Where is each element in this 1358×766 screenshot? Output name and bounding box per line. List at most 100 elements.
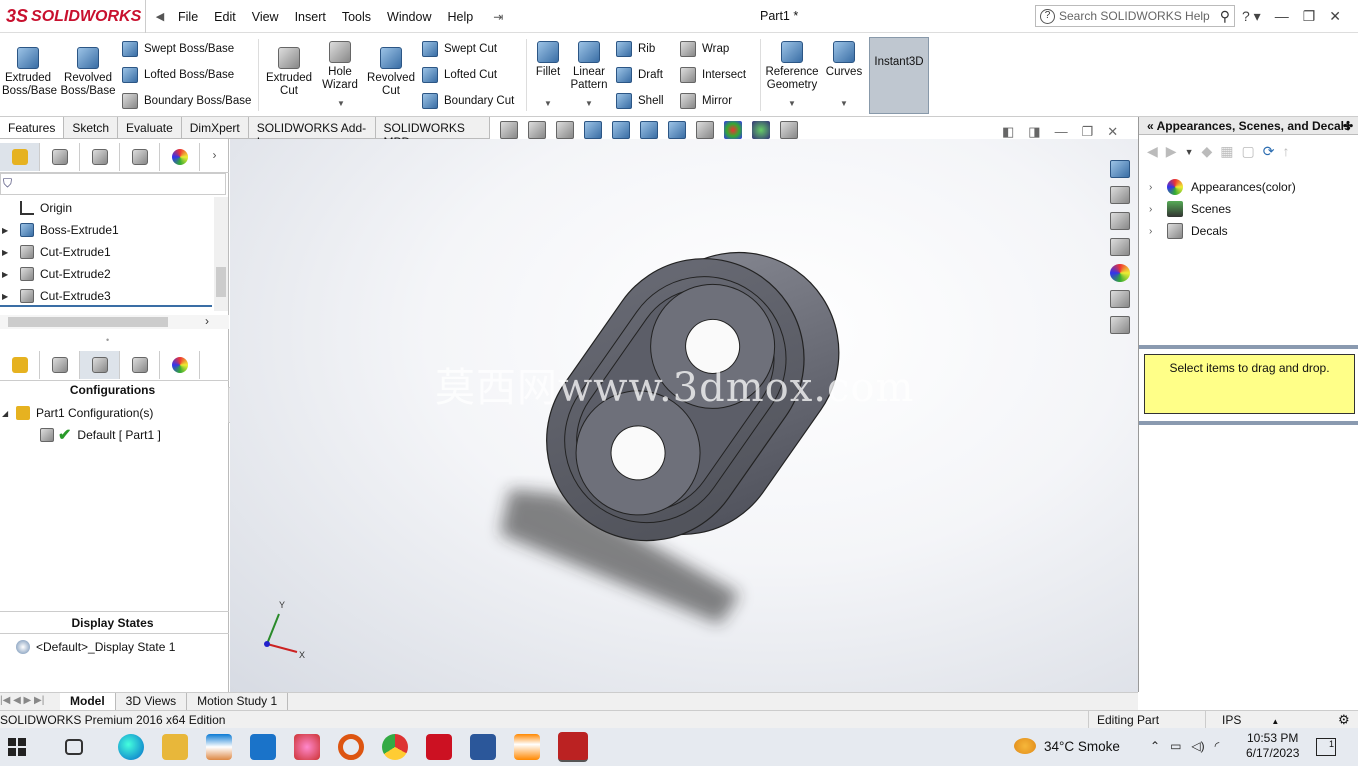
lofted-boss-button[interactable]: Lofted Boss/Base	[122, 67, 234, 83]
previous-view-icon[interactable]	[556, 121, 574, 139]
scroll-thumb[interactable]	[8, 317, 168, 327]
wrap-button[interactable]: Wrap	[680, 41, 729, 57]
design-library-icon[interactable]	[1110, 186, 1130, 204]
up-icon[interactable]: ↑	[1282, 143, 1289, 160]
microsoft-store-icon[interactable]	[206, 734, 232, 760]
pin-menu-icon[interactable]: ⇥	[493, 10, 503, 24]
shell-button[interactable]: Shell	[616, 93, 664, 109]
units-dropdown-icon[interactable]: ▲	[1271, 717, 1279, 726]
viewport-nav-left-icon[interactable]: ◧	[1002, 124, 1014, 140]
scroll-right-icon[interactable]: ›	[205, 314, 209, 328]
linear-pattern-button[interactable]: Linear Pattern	[568, 41, 610, 92]
folder-icon[interactable]: ▢	[1242, 143, 1255, 160]
collapse-chevron-icon[interactable]: «	[1147, 119, 1154, 133]
tree-item-cut-extrude1[interactable]: ▶ Cut-Extrude1	[0, 241, 111, 263]
draft-button[interactable]: Draft	[616, 67, 663, 83]
property-manager-tab[interactable]	[40, 143, 80, 171]
vlc-icon[interactable]	[514, 734, 540, 760]
help-dropdown-icon[interactable]: ? ▾	[1242, 8, 1261, 25]
tree-vertical-scrollbar[interactable]	[214, 197, 228, 311]
fillet-dropdown-icon[interactable]: ▼	[544, 99, 552, 108]
expand-arrow-icon[interactable]: ▶	[2, 226, 8, 235]
forum-icon[interactable]	[1110, 316, 1130, 334]
tree-item-boss-extrude1[interactable]: ▶ Boss-Extrude1	[0, 219, 119, 241]
appearances-folder[interactable]: › Appearances(color)	[1139, 176, 1296, 198]
expand-arrow-icon[interactable]: ›	[1149, 204, 1163, 215]
edge-browser-icon[interactable]	[118, 734, 144, 760]
expand-arrow-icon[interactable]: ›	[1149, 182, 1163, 193]
opera-browser-icon[interactable]	[338, 734, 364, 760]
search-icon[interactable]: ⚲	[1220, 8, 1230, 25]
tree-item-cut-extrude3[interactable]: ▶ Cut-Extrude3	[0, 285, 111, 307]
instant3d-toggle[interactable]: Instant3D	[869, 37, 929, 114]
tab-model[interactable]: Model	[60, 693, 116, 710]
file-explorer-taskbar-icon[interactable]	[162, 734, 188, 760]
swept-cut-button[interactable]: Swept Cut	[422, 41, 497, 57]
section-view-icon[interactable]	[584, 121, 602, 139]
filter-input[interactable]: ⛉	[0, 173, 226, 195]
menu-tools[interactable]: Tools	[334, 10, 379, 24]
configuration-manager-tab[interactable]	[80, 143, 120, 171]
edit-appearance-icon[interactable]	[724, 121, 742, 139]
zoom-to-fit-icon[interactable]	[500, 121, 518, 139]
menu-edit[interactable]: Edit	[206, 10, 244, 24]
scroll-thumb[interactable]	[216, 267, 226, 297]
splitter[interactable]	[1139, 421, 1358, 425]
view-settings-icon[interactable]	[780, 121, 798, 139]
solidworks-resources-icon[interactable]	[1110, 160, 1130, 178]
display-style-icon[interactable]	[668, 121, 686, 139]
chrome-browser-icon[interactable]	[382, 734, 408, 760]
close-icon[interactable]: ✕	[1329, 8, 1341, 25]
boundary-boss-button[interactable]: Boundary Boss/Base	[122, 93, 251, 109]
display-manager-tab[interactable]	[160, 143, 200, 171]
display-manager-tab-2[interactable]	[160, 351, 200, 379]
library-icon[interactable]: ▦	[1220, 143, 1233, 160]
intersect-button[interactable]: Intersect	[680, 67, 746, 83]
pin-icon[interactable]: ✣	[1343, 119, 1353, 133]
volume-icon[interactable]: ◁)	[1191, 739, 1204, 753]
notification-center-icon[interactable]: 1	[1316, 738, 1336, 756]
wifi-icon[interactable]: ◜	[1215, 739, 1220, 753]
tab-features[interactable]: Features	[0, 117, 65, 138]
tab-evaluate[interactable]: Evaluate	[118, 117, 182, 138]
tray-overflow-icon[interactable]: ⌃	[1150, 739, 1160, 753]
reference-geometry-dropdown-icon[interactable]: ▼	[788, 99, 796, 108]
refresh-icon[interactable]: ⟳	[1263, 143, 1275, 160]
acrobat-icon[interactable]	[426, 734, 452, 760]
appearances-scenes-icon[interactable]	[1110, 264, 1130, 282]
lofted-cut-button[interactable]: Lofted Cut	[422, 67, 497, 83]
decals-folder[interactable]: › Decals	[1139, 220, 1228, 242]
hole-wizard-button[interactable]: Hole Wizard	[318, 41, 362, 92]
zoom-to-area-icon[interactable]	[528, 121, 546, 139]
units-selector[interactable]: IPS ▲	[1205, 711, 1279, 729]
restore-icon[interactable]: ❐	[1303, 8, 1316, 25]
view-orientation-icon[interactable]	[640, 121, 658, 139]
boundary-cut-button[interactable]: Boundary Cut	[422, 93, 514, 109]
display-state-item[interactable]: <Default>_Display State 1	[0, 636, 175, 658]
tree-item-origin[interactable]: Origin	[0, 197, 72, 219]
viewport-close-icon[interactable]: ✕	[1107, 124, 1118, 140]
tree-horizontal-scrollbar[interactable]: ›	[0, 314, 229, 329]
task-view-icon[interactable]	[65, 739, 83, 755]
mirror-button[interactable]: Mirror	[680, 93, 732, 109]
hide-show-items-icon[interactable]	[696, 121, 714, 139]
curves-button[interactable]: Curves	[824, 41, 864, 79]
forward-icon[interactable]: ▶	[1166, 143, 1177, 160]
panel-more-icon[interactable]: ›	[200, 141, 229, 172]
reference-geometry-button[interactable]: Reference Geometry	[764, 41, 820, 92]
tab-dimxpert[interactable]: DimXpert	[181, 117, 249, 138]
extruded-cut-button[interactable]: Extruded Cut	[262, 47, 316, 98]
tab-addins[interactable]: SOLIDWORKS Add-Ins	[248, 117, 376, 149]
clock[interactable]: 10:53 PM 6/17/2023	[1246, 731, 1299, 761]
collapse-arrow-icon[interactable]: ◢	[2, 409, 8, 418]
solidworks-taskbar-icon[interactable]	[558, 732, 588, 762]
paint-app-icon[interactable]	[294, 734, 320, 760]
dimxpert-manager-tab-2[interactable]	[120, 351, 160, 379]
word-icon[interactable]	[470, 734, 496, 760]
property-manager-tab-2[interactable]	[40, 351, 80, 379]
feature-manager-tab[interactable]	[0, 143, 40, 171]
rib-button[interactable]: Rib	[616, 41, 655, 57]
splitter[interactable]	[1139, 345, 1358, 349]
config-default[interactable]: ✔ Default [ Part1 ]	[38, 424, 161, 446]
viewport-restore-icon[interactable]: ❐	[1082, 124, 1094, 140]
